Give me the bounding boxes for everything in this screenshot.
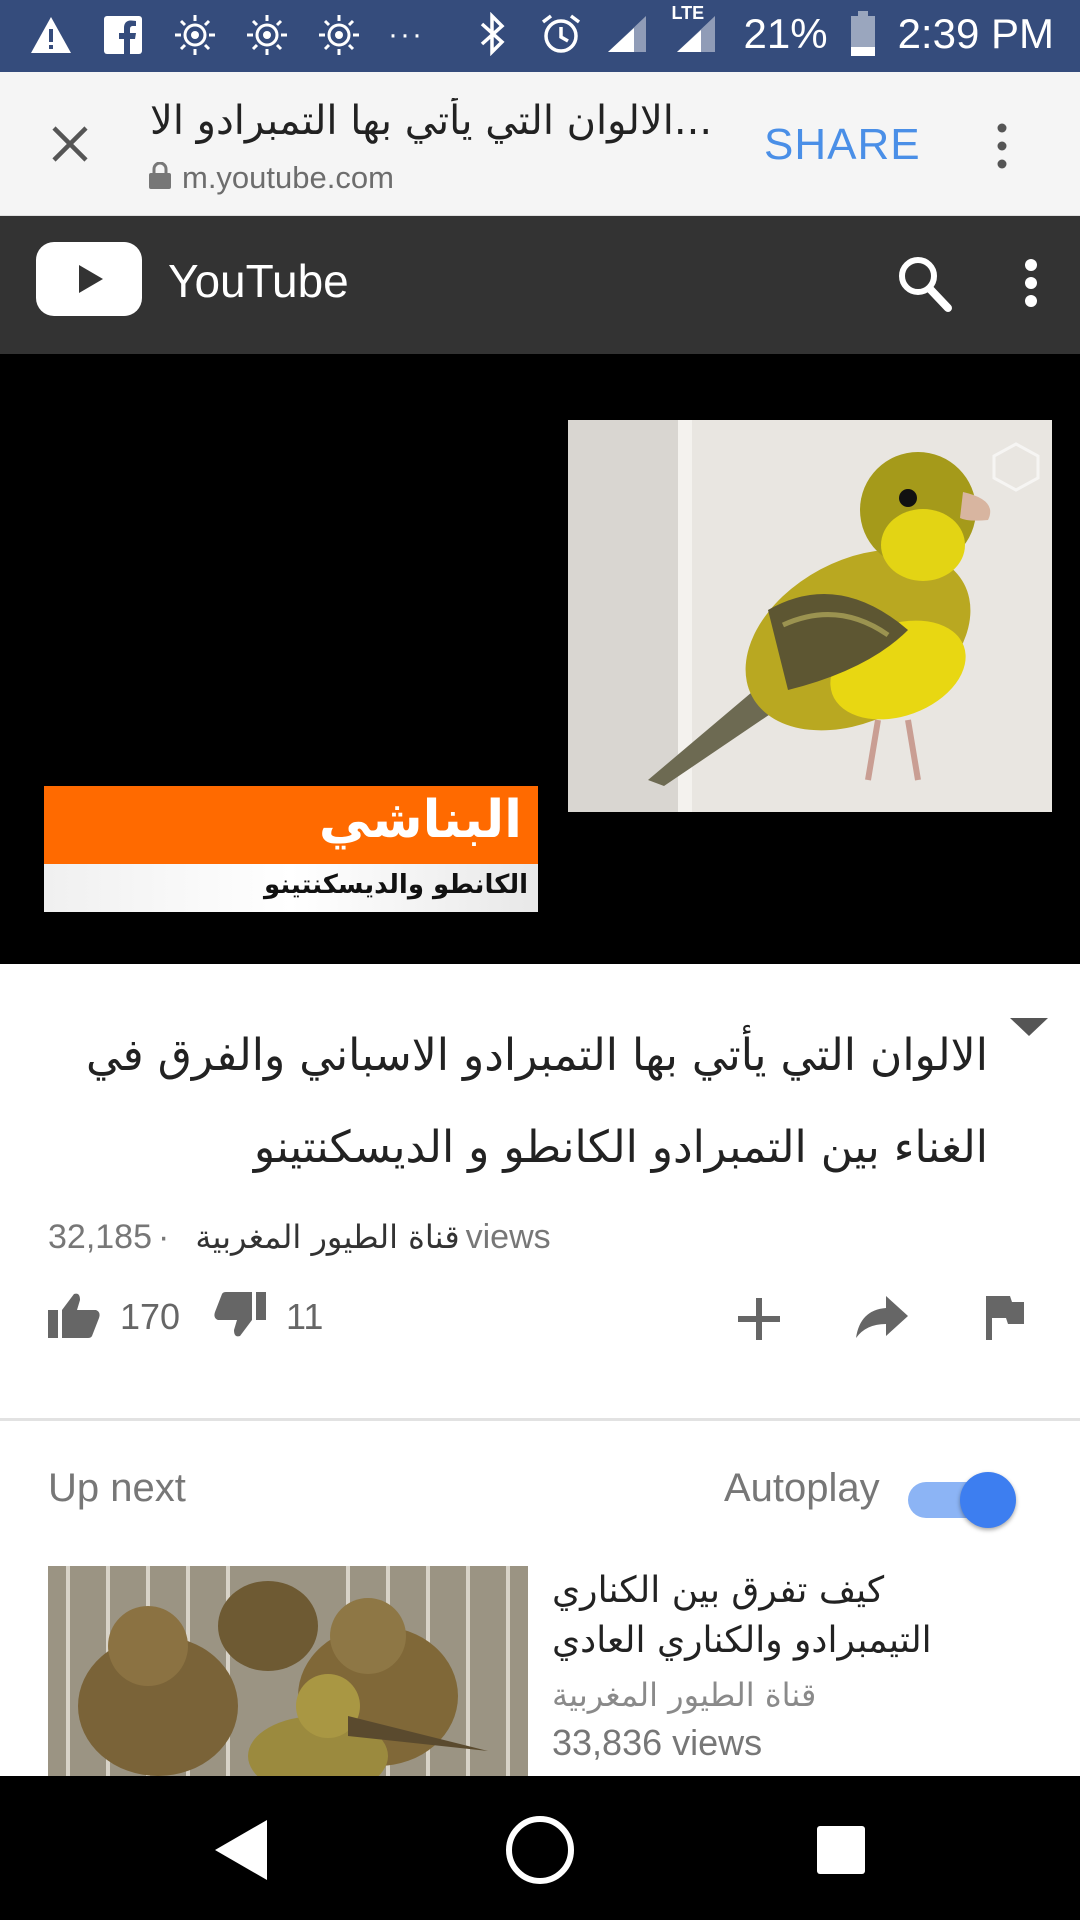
android-nav-bar (0, 1776, 1080, 1920)
youtube-header: YouTube (0, 216, 1080, 354)
video-frame-bird (568, 420, 1052, 812)
back-icon[interactable] (196, 1808, 286, 1892)
video-title: الالوان التي يأتي بها التمبرادو الاسباني… (86, 1030, 988, 1173)
up-next-label: Up next (48, 1466, 186, 1510)
more-vert-icon[interactable] (984, 118, 1020, 174)
battery-percent: 21% (743, 10, 828, 57)
video-player[interactable]: البناشي الكانطو والديسكنتينو (0, 354, 1080, 964)
report-button[interactable] (984, 1292, 1028, 1346)
status-bar: ··· LTE 21% 2:39 PM (0, 0, 1080, 72)
section-divider (0, 1418, 1080, 1421)
lte-signal-icon: LTE (672, 3, 722, 57)
video-meta: 32,185 · views قناة الطيور المغربية (48, 1212, 551, 1262)
warning-icon (28, 12, 74, 58)
share-video-button[interactable] (854, 1292, 910, 1346)
url-display[interactable]: m.youtube.com (148, 160, 394, 196)
like-count: 170 (120, 1296, 181, 1337)
facebook-icon (100, 12, 146, 58)
dislike-button[interactable]: 11 (212, 1290, 323, 1344)
autoplay-label: Autoplay (724, 1466, 880, 1510)
up-next-channel: قناة الطيور المغربية (552, 1676, 817, 1714)
like-icon (46, 1290, 102, 1344)
clock: 2:39 PM (897, 10, 1054, 57)
lock-icon (148, 161, 172, 194)
video-actions: 170 11 (0, 1290, 1080, 1354)
meta-separator: · (158, 1217, 170, 1256)
bluetooth-icon (470, 11, 516, 57)
tab-page-title: الالوان التي يأتي بها التمبرادو الا... (150, 98, 713, 144)
more-vert-icon[interactable] (1016, 252, 1046, 314)
youtube-logo-icon[interactable] (36, 242, 142, 316)
views-word: views (465, 1217, 551, 1256)
add-icon (734, 1294, 784, 1348)
spiral-icon (316, 12, 362, 58)
share-icon (854, 1292, 910, 1346)
custom-tab-toolbar: الالوان التي يأتي بها التمبرادو الا... m… (0, 72, 1080, 216)
recents-icon[interactable] (796, 1808, 886, 1892)
add-to-playlist-button[interactable] (734, 1294, 784, 1348)
channel-name[interactable]: قناة الطيور المغربية (195, 1218, 459, 1256)
dislike-count: 11 (286, 1296, 324, 1337)
overlay-title-bar: البناشي (44, 786, 538, 864)
overlay-subtitle-bar: الكانطو والديسكنتينو (44, 864, 538, 912)
view-count: 32,185 (48, 1217, 152, 1256)
home-icon[interactable] (495, 1808, 585, 1892)
network-type: LTE (671, 3, 705, 23)
up-next-views: 33,836 views (552, 1722, 763, 1763)
overlay-title: البناشي (318, 790, 522, 850)
share-button[interactable]: SHARE (764, 120, 921, 170)
youtube-brand[interactable]: YouTube (168, 254, 349, 308)
spiral-icon (244, 12, 290, 58)
alarm-icon (538, 11, 584, 57)
flag-icon (984, 1292, 1028, 1346)
up-next-title[interactable]: كيف تفرق بين الكناري التيمبرادو والكناري… (552, 1566, 932, 1666)
status-overflow: ··· (388, 18, 424, 51)
collapse-arrow-icon[interactable] (1008, 1014, 1050, 1040)
signal-icon (606, 11, 650, 57)
toggle-knob (960, 1472, 1016, 1528)
spiral-icon (172, 12, 218, 58)
search-icon[interactable] (894, 252, 954, 314)
dislike-icon (212, 1290, 268, 1344)
battery-icon (850, 11, 876, 57)
like-button[interactable]: 170 (46, 1290, 180, 1344)
url-text: m.youtube.com (182, 160, 394, 195)
overlay-subtitle: الكانطو والديسكنتينو (264, 870, 528, 900)
autoplay-toggle[interactable] (908, 1472, 1018, 1528)
close-icon[interactable] (42, 116, 98, 172)
up-next-thumbnail[interactable] (48, 1566, 528, 1776)
